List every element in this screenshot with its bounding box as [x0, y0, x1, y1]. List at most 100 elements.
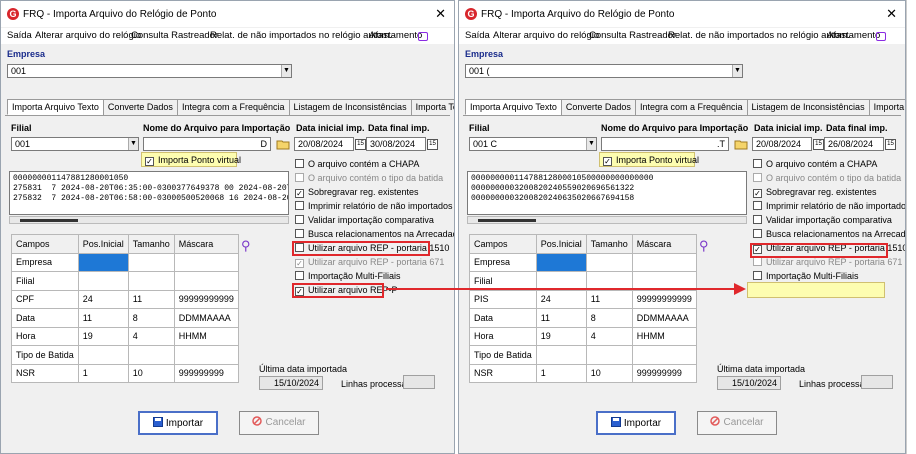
grid-cell[interactable]: Filial: [11, 271, 79, 291]
option-checkbox-6[interactable]: Busca relacionamentos na Arrecadação: [753, 229, 905, 239]
grid-cell[interactable]: [631, 271, 697, 291]
grid-cell[interactable]: 4: [127, 326, 175, 346]
grid-cell[interactable]: [631, 345, 697, 365]
table-row[interactable]: Filial: [469, 271, 697, 291]
grid-cell[interactable]: CPF: [11, 289, 79, 309]
grid-cell[interactable]: [585, 345, 633, 365]
grid-cell[interactable]: [535, 345, 587, 365]
grid-cell[interactable]: 19: [77, 326, 129, 346]
grid-cell[interactable]: 24: [77, 289, 129, 309]
table-row[interactable]: PIS 24 11 99999999999: [469, 289, 697, 309]
arquivo-input[interactable]: D: [143, 137, 271, 151]
grid-cell[interactable]: 11: [127, 289, 175, 309]
grid-cell[interactable]: PIS: [469, 289, 537, 309]
grid-cell[interactable]: [77, 271, 129, 291]
menu-item[interactable]: Saída: [7, 30, 32, 41]
importar-button[interactable]: Importar: [596, 411, 676, 435]
close-icon[interactable]: ✕: [435, 6, 446, 22]
checkbox-box[interactable]: [295, 201, 304, 210]
horizontal-scrollbar[interactable]: [467, 216, 747, 224]
search-icon[interactable]: ⚲: [241, 238, 251, 254]
scroll-thumb[interactable]: [20, 219, 78, 222]
data-inicial-input[interactable]: 20/08/2024: [752, 137, 812, 151]
tab-4[interactable]: Listagem de Inconsistências: [288, 99, 412, 115]
folder-icon[interactable]: [276, 139, 290, 150]
grid-cell[interactable]: NSR: [11, 363, 79, 383]
file-preview-memo[interactable]: 000000001147881280001050 275831 7 2024-08…: [9, 171, 289, 215]
menu-item[interactable]: Consulta Rastreador: [589, 30, 676, 41]
menu-item[interactable]: Alterar arquivo do relógio: [35, 30, 141, 41]
chevron-down-icon[interactable]: ▼: [586, 138, 596, 150]
calendar-icon[interactable]: 15: [427, 139, 438, 150]
checkbox-box[interactable]: ✓: [603, 157, 612, 166]
grid-cell[interactable]: [127, 345, 175, 365]
table-row[interactable]: Tipo de Batida: [469, 345, 697, 365]
menu-item[interactable]: Afastamento: [369, 30, 422, 41]
option-checkbox-3[interactable]: ✓ Sobregravar reg. existentes: [753, 187, 877, 198]
checkbox-box[interactable]: ✓: [753, 189, 762, 198]
grid-cell[interactable]: Hora: [469, 326, 537, 346]
scroll-thumb[interactable]: [478, 219, 536, 222]
importa-ponto-virtual-checkbox[interactable]: ✓ Importa Ponto virtual: [599, 152, 699, 167]
table-row[interactable]: Data 11 8 DDMMAAAA: [469, 308, 697, 328]
calendar-icon[interactable]: 15: [355, 139, 366, 150]
grid-cell[interactable]: Hora: [11, 326, 79, 346]
checkbox-box[interactable]: [295, 159, 304, 168]
grid-cell[interactable]: 8: [127, 308, 175, 328]
grid-cell[interactable]: Data: [469, 308, 537, 328]
grid-cell[interactable]: 10: [585, 363, 633, 383]
option-checkbox-3[interactable]: ✓ Sobregravar reg. existentes: [295, 187, 419, 198]
tab-3[interactable]: Integra com a Frequência: [176, 99, 290, 115]
grid-cell[interactable]: Tipo de Batida: [469, 345, 537, 365]
grid-cell[interactable]: 11: [77, 308, 129, 328]
grid-cell[interactable]: [173, 345, 239, 365]
data-final-input[interactable]: 30/08/2024: [366, 137, 426, 151]
checkbox-box[interactable]: [753, 201, 762, 210]
grid-cell[interactable]: 19: [535, 326, 587, 346]
grid-cell[interactable]: [173, 271, 239, 291]
grid-cell[interactable]: 24: [535, 289, 587, 309]
option-checkbox-1[interactable]: O arquivo contém a CHAPA: [295, 159, 419, 169]
file-preview-memo[interactable]: 00000000011478812800010500000000000000 00…: [467, 171, 747, 215]
close-icon[interactable]: ✕: [886, 6, 897, 22]
campos-grid[interactable]: Campos Pos.Inicial Tamanho Máscara Empresa Fi…: [11, 234, 239, 383]
grid-cell[interactable]: Empresa: [11, 252, 79, 272]
data-inicial-input[interactable]: 20/08/2024: [294, 137, 354, 151]
grid-cell[interactable]: 1: [77, 363, 129, 383]
tab-1[interactable]: Importa Arquivo Texto: [465, 99, 562, 115]
grid-cell[interactable]: [535, 271, 587, 291]
checkbox-box[interactable]: [753, 215, 762, 224]
option-checkbox-9[interactable]: Importação Multi-Filiais: [753, 271, 859, 281]
grid-cell[interactable]: 11: [535, 308, 587, 328]
option-checkbox-6[interactable]: Busca relacionamentos na Arrecadação: [295, 229, 454, 239]
grid-cell[interactable]: [77, 252, 129, 272]
grid-cell[interactable]: NSR: [469, 363, 537, 383]
grid-cell[interactable]: DDMMAAAA: [173, 308, 239, 328]
table-row[interactable]: Hora 19 4 HHMM: [469, 326, 697, 346]
menu-item[interactable]: Relat. de não importados no relógio auto…: [668, 30, 850, 41]
importar-button[interactable]: Importar: [138, 411, 218, 435]
table-row[interactable]: Empresa: [469, 252, 697, 272]
grid-cell[interactable]: 999999999: [631, 363, 697, 383]
tab-2[interactable]: Converte Dados: [102, 99, 178, 115]
empresa-select[interactable]: 001 (▼: [465, 64, 743, 78]
grid-cell[interactable]: 4: [585, 326, 633, 346]
search-icon[interactable]: ⚲: [699, 238, 709, 254]
table-row[interactable]: Empresa: [11, 252, 239, 272]
message-icon[interactable]: [876, 32, 886, 41]
table-row[interactable]: Tipo de Batida: [11, 345, 239, 365]
chevron-down-icon[interactable]: ▼: [281, 65, 291, 77]
grid-cell[interactable]: [585, 252, 633, 272]
option-checkbox-1[interactable]: O arquivo contém a CHAPA: [753, 159, 877, 169]
grid-cell[interactable]: Filial: [469, 271, 537, 291]
table-row[interactable]: Data 11 8 DDMMAAAA: [11, 308, 239, 328]
filial-select[interactable]: 001 ▼: [11, 137, 139, 151]
checkbox-box[interactable]: [753, 159, 762, 168]
grid-cell[interactable]: 10: [127, 363, 175, 383]
grid-cell[interactable]: [127, 252, 175, 272]
calendar-icon[interactable]: 15: [813, 139, 824, 150]
folder-icon[interactable]: [734, 139, 748, 150]
checkbox-box[interactable]: ✓: [295, 189, 304, 198]
checkbox-box[interactable]: [295, 215, 304, 224]
calendar-icon[interactable]: 15: [885, 139, 896, 150]
